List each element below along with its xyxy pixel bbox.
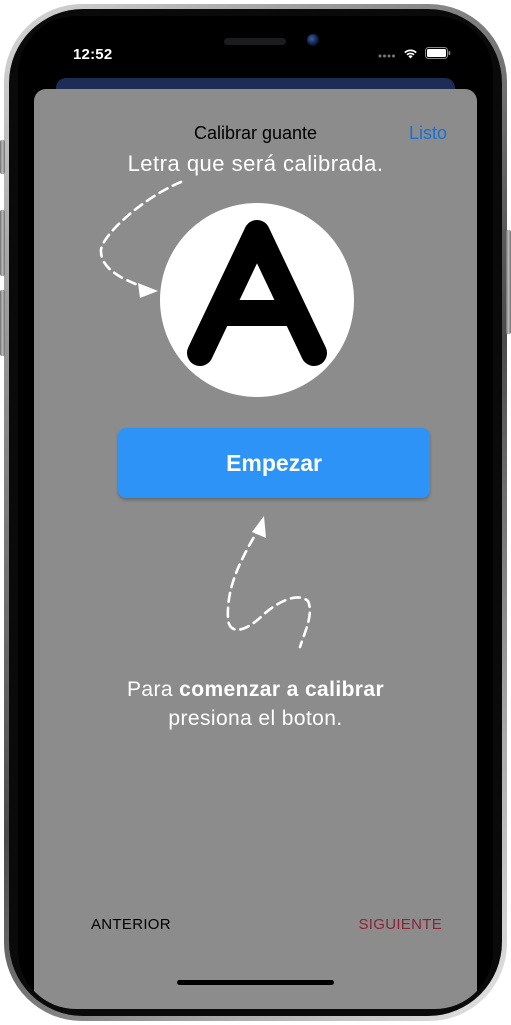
status-icons — [378, 47, 451, 59]
letter-a-glyph — [187, 220, 327, 366]
status-time: 12:52 — [73, 46, 113, 63]
calibration-modal: Calibrar guante Listo Letra que será cal… — [34, 89, 477, 1009]
instruction-text: Para comenzar a calibrar presiona el bot… — [34, 675, 477, 733]
volume-down-button — [0, 290, 5, 356]
power-button — [506, 230, 511, 334]
letter-caption: Letra que será calibrada. — [127, 151, 384, 176]
dashed-arrow-to-button — [226, 516, 312, 649]
next-button[interactable]: SIGUIENTE — [358, 916, 442, 933]
instruction-line-2: presiona el boton. — [168, 707, 343, 730]
home-indicator[interactable] — [177, 980, 334, 985]
previous-button[interactable]: ANTERIOR — [91, 916, 171, 933]
done-button[interactable]: Listo — [409, 123, 447, 144]
start-button[interactable]: Empezar — [118, 428, 430, 498]
instruction-prefix: Para — [126, 678, 180, 701]
front-camera-icon — [307, 34, 319, 46]
speaker-grille — [224, 38, 286, 45]
phone-screen: 12:52 Calibrar guante Listo Letra que se… — [18, 16, 493, 1009]
instruction-bold: comenzar a calibrar — [179, 678, 385, 701]
letter-circle — [160, 203, 354, 397]
notch — [138, 16, 373, 48]
cellular-signal-icon — [378, 54, 395, 58]
volume-up-button — [0, 210, 5, 276]
wifi-icon — [404, 49, 417, 59]
mute-switch — [0, 140, 5, 174]
battery-icon — [425, 47, 451, 59]
